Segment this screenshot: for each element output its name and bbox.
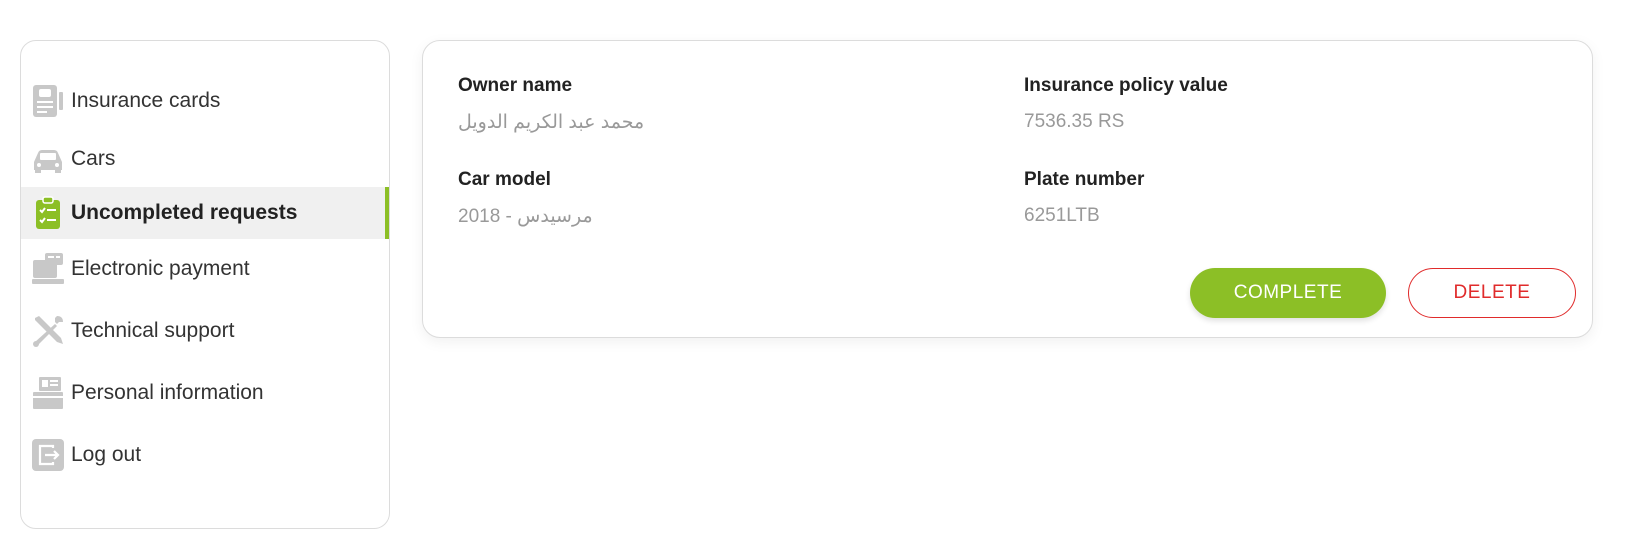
policy-value-value: 7536.35 RS [1024, 111, 1125, 132]
sidebar-item-cars[interactable]: Cars [21, 141, 389, 177]
sidebar-item-label: Log out [71, 443, 142, 466]
car-model-value: 2018 - مرسيدس [458, 206, 593, 227]
clipboard-checklist-icon [31, 196, 65, 230]
payment-terminal-icon [31, 252, 65, 286]
policy-value-label: Insurance policy value [1024, 75, 1228, 96]
owner-name-value: محمد عبد الكريم الدويل [458, 112, 645, 133]
plate-number-field: Plate number 6251LTB [1024, 169, 1144, 227]
id-card-icon [31, 376, 65, 410]
owner-name-label: Owner name [458, 75, 573, 96]
sidebar-item-log-out[interactable]: Log out [21, 437, 389, 473]
owner-name-field: Owner name محمد عبد الكريم الدويل [458, 75, 644, 134]
sidebar-item-uncompleted-requests[interactable]: Uncompleted requests [21, 187, 389, 239]
delete-button[interactable]: DELETE [1408, 268, 1576, 318]
logout-icon [31, 438, 65, 472]
sidebar-item-insurance-cards[interactable]: Insurance cards [21, 83, 389, 119]
sidebar-item-label: Technical support [71, 319, 235, 342]
sidebar-item-personal-information[interactable]: Personal information [21, 375, 389, 411]
sidebar-item-label: Uncompleted requests [71, 201, 298, 224]
plate-number-value: 6251LTB [1024, 205, 1100, 226]
sidebar-menu: Insurance cards Cars Uncompleted request… [20, 40, 390, 529]
insurance-card-icon [31, 84, 65, 118]
sidebar-item-label: Cars [71, 147, 116, 170]
car-model-label: Car model [458, 169, 551, 190]
tools-icon [31, 314, 65, 348]
sidebar-item-technical-support[interactable]: Technical support [21, 313, 389, 349]
sidebar-item-label: Personal information [71, 381, 264, 404]
sidebar-item-electronic-payment[interactable]: Electronic payment [21, 251, 389, 287]
sidebar-item-label: Electronic payment [71, 257, 250, 280]
plate-number-label: Plate number [1024, 169, 1145, 190]
sidebar-item-label: Insurance cards [71, 89, 221, 112]
complete-button[interactable]: COMPLETE [1190, 268, 1386, 318]
car-model-field: Car model 2018 - مرسيدس [458, 169, 593, 228]
car-icon [31, 142, 65, 176]
request-card: Owner name محمد عبد الكريم الدويل Insura… [422, 40, 1593, 338]
policy-value-field: Insurance policy value 7536.35 RS [1024, 75, 1228, 133]
